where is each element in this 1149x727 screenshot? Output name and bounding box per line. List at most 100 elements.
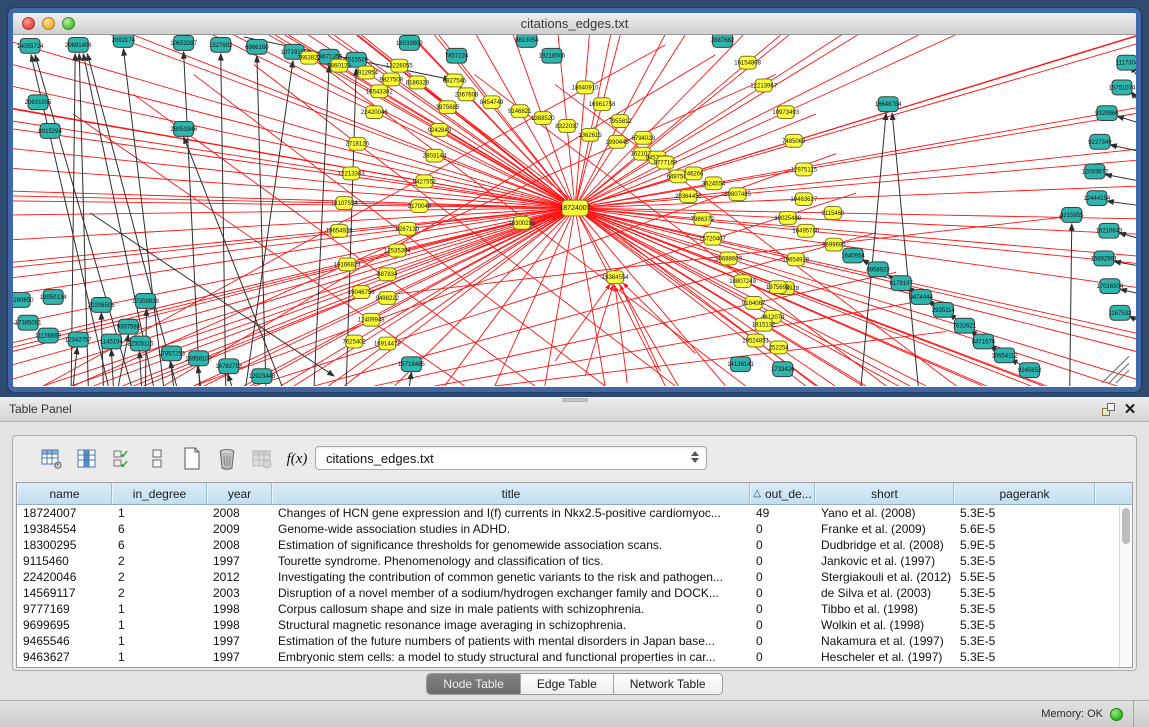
cell-title: Changes of HCN gene expression and I(f) …	[272, 505, 750, 521]
float-window-icon	[1102, 403, 1115, 416]
node-label: 12505115	[127, 341, 154, 347]
cell-year: 2009	[207, 521, 272, 537]
cell-year: 2008	[207, 537, 272, 553]
node-label: 7485063	[782, 139, 806, 145]
column-checklist-button[interactable]: ✓✓	[109, 446, 135, 472]
table-row[interactable]: 1456911722003Disruption of a novel membe…	[17, 585, 1119, 601]
scrollbar-thumb[interactable]	[1122, 508, 1130, 544]
node-label: 15720407	[699, 237, 726, 243]
node-label: 19463627	[790, 197, 817, 203]
table-settings-button[interactable]: ⚙	[39, 446, 65, 472]
zoom-window-icon[interactable]	[62, 17, 75, 30]
node-label: 9777169	[654, 161, 678, 167]
cell-name: 9463627	[17, 649, 112, 665]
show-columns-button[interactable]	[74, 446, 100, 472]
table-scrollbar[interactable]	[1119, 505, 1132, 667]
tab-network-table[interactable]: Network Table	[614, 674, 722, 694]
node-label: 10807485	[724, 192, 751, 198]
delete-button[interactable]	[214, 446, 240, 472]
node-label: 18107554	[331, 201, 358, 207]
cell-in_degree: 1	[112, 601, 207, 617]
column-header[interactable]: △out_de...	[750, 483, 815, 504]
cell-out_de: 0	[750, 585, 815, 601]
table-selector-dropdown[interactable]: citations_edges.txt	[315, 446, 707, 470]
stacked-squares-button[interactable]	[144, 446, 170, 472]
delete-icon	[216, 447, 238, 471]
new-document-icon	[182, 447, 202, 471]
network-window-titlebar[interactable]: citations_edges.txt	[13, 13, 1136, 35]
node-label: 8958923	[866, 267, 890, 273]
table-row[interactable]: 1938455462009Genome-wide association stu…	[17, 521, 1119, 537]
import-table-button[interactable]	[249, 446, 275, 472]
node-label: 14136141	[727, 362, 754, 368]
cell-title: Genome-wide association studies in ADHD.	[272, 521, 750, 537]
network-graph[interactable]: 1405572420691406209217410653287152760269…	[13, 35, 1136, 386]
column-header[interactable]: year	[207, 483, 272, 504]
column-header[interactable]: short	[815, 483, 954, 504]
table-row[interactable]: 2242004622012Investigating the contribut…	[17, 569, 1119, 585]
cytoscape-app: citations_edges.txt 14055724206914062092…	[0, 0, 1149, 727]
cell-pagerank: 5.9E-5	[954, 537, 1095, 553]
close-window-icon[interactable]	[22, 17, 35, 30]
splitter-handle[interactable]	[562, 398, 588, 402]
network-canvas[interactable]: 1405572420691406209217410653287152760269…	[13, 35, 1136, 386]
column-header[interactable]: pagerank	[954, 483, 1095, 504]
table-panel-body: ⚙ ✓✓ f(x) citations_edges.txt namein_degre…	[0, 422, 1149, 700]
node-label: 7955812	[608, 119, 632, 125]
memory-status-icon	[1110, 708, 1123, 721]
cell-title: Estimation of significance thresholds fo…	[272, 537, 750, 553]
table-row[interactable]: 1872400712008Changes of HCN gene express…	[17, 505, 1119, 521]
cell-title: Tourette syndrome. Phenomenology and cla…	[272, 553, 750, 569]
node-label: 16154808	[734, 61, 761, 67]
column-header[interactable]: title	[272, 483, 750, 504]
node-label: 12923448	[249, 374, 276, 380]
statusbar-divider	[1133, 701, 1134, 727]
new-document-button[interactable]	[179, 446, 205, 472]
cell-name: 22420046	[17, 569, 112, 585]
tab-edge-table[interactable]: Edge Table	[521, 674, 614, 694]
table-row[interactable]: 977716911998Corpus callosum shape and si…	[17, 601, 1119, 617]
node-label: 18300295	[508, 221, 535, 227]
node-label: 1362615	[578, 133, 602, 139]
node-label: 8215955	[1060, 213, 1084, 219]
table-row[interactable]: 1830029562008Estimation of significance …	[17, 537, 1119, 553]
close-panel-button[interactable]: ✕	[1119, 400, 1141, 418]
table-panel-header: Table Panel ✕	[0, 397, 1149, 422]
cell-out_de: 0	[750, 521, 815, 537]
cell-in_degree: 2	[112, 553, 207, 569]
cell-year: 2003	[207, 585, 272, 601]
node-label: 6179197	[889, 281, 913, 287]
node-label: 10653287	[170, 41, 197, 47]
node-label: 1117304	[1116, 61, 1136, 67]
node-label: 10973493	[772, 110, 799, 116]
column-header[interactable]: name	[17, 483, 112, 504]
node-label: 9699695	[822, 243, 846, 249]
close-icon: ✕	[1124, 402, 1137, 417]
column-header[interactable]: in_degree	[112, 483, 207, 504]
node-label: 17016504	[1097, 284, 1124, 290]
table-row[interactable]: 946362711997Embryonic stem cells: a mode…	[17, 649, 1119, 665]
table-row[interactable]: 946554611997Estimation of the future num…	[17, 633, 1119, 649]
node-label: 1815132	[752, 323, 776, 329]
cell-year: 1997	[207, 633, 272, 649]
network-desktop: citations_edges.txt 14055724206914062092…	[0, 0, 1149, 397]
node-label: 2367608	[455, 92, 479, 98]
minimize-window-icon[interactable]	[42, 17, 55, 30]
node-label: 1640954	[841, 253, 865, 259]
cell-short: Wolkin et al. (1998)	[815, 617, 954, 633]
node-label: 9329966	[1095, 111, 1119, 117]
table-row[interactable]: 911546021997Tourette syndrome. Phenomeno…	[17, 553, 1119, 569]
node-label: 16046758	[348, 290, 375, 296]
cell-out_de: 0	[750, 633, 815, 649]
dropdown-arrows-icon	[691, 451, 699, 463]
node-label: 8186328	[406, 80, 430, 86]
node-label: 20691406	[65, 43, 92, 49]
table-row[interactable]: 969969511998Structural magnetic resonanc…	[17, 617, 1119, 633]
function-builder-button[interactable]: f(x)	[284, 446, 310, 472]
cell-pagerank: 5.3E-5	[954, 649, 1095, 665]
node-label: 746266	[683, 171, 704, 177]
float-panel-button[interactable]	[1097, 400, 1119, 418]
node-label: 20631505	[25, 100, 52, 106]
node-label: 19654923	[326, 229, 353, 235]
tab-node-table[interactable]: Node Table	[427, 674, 521, 694]
